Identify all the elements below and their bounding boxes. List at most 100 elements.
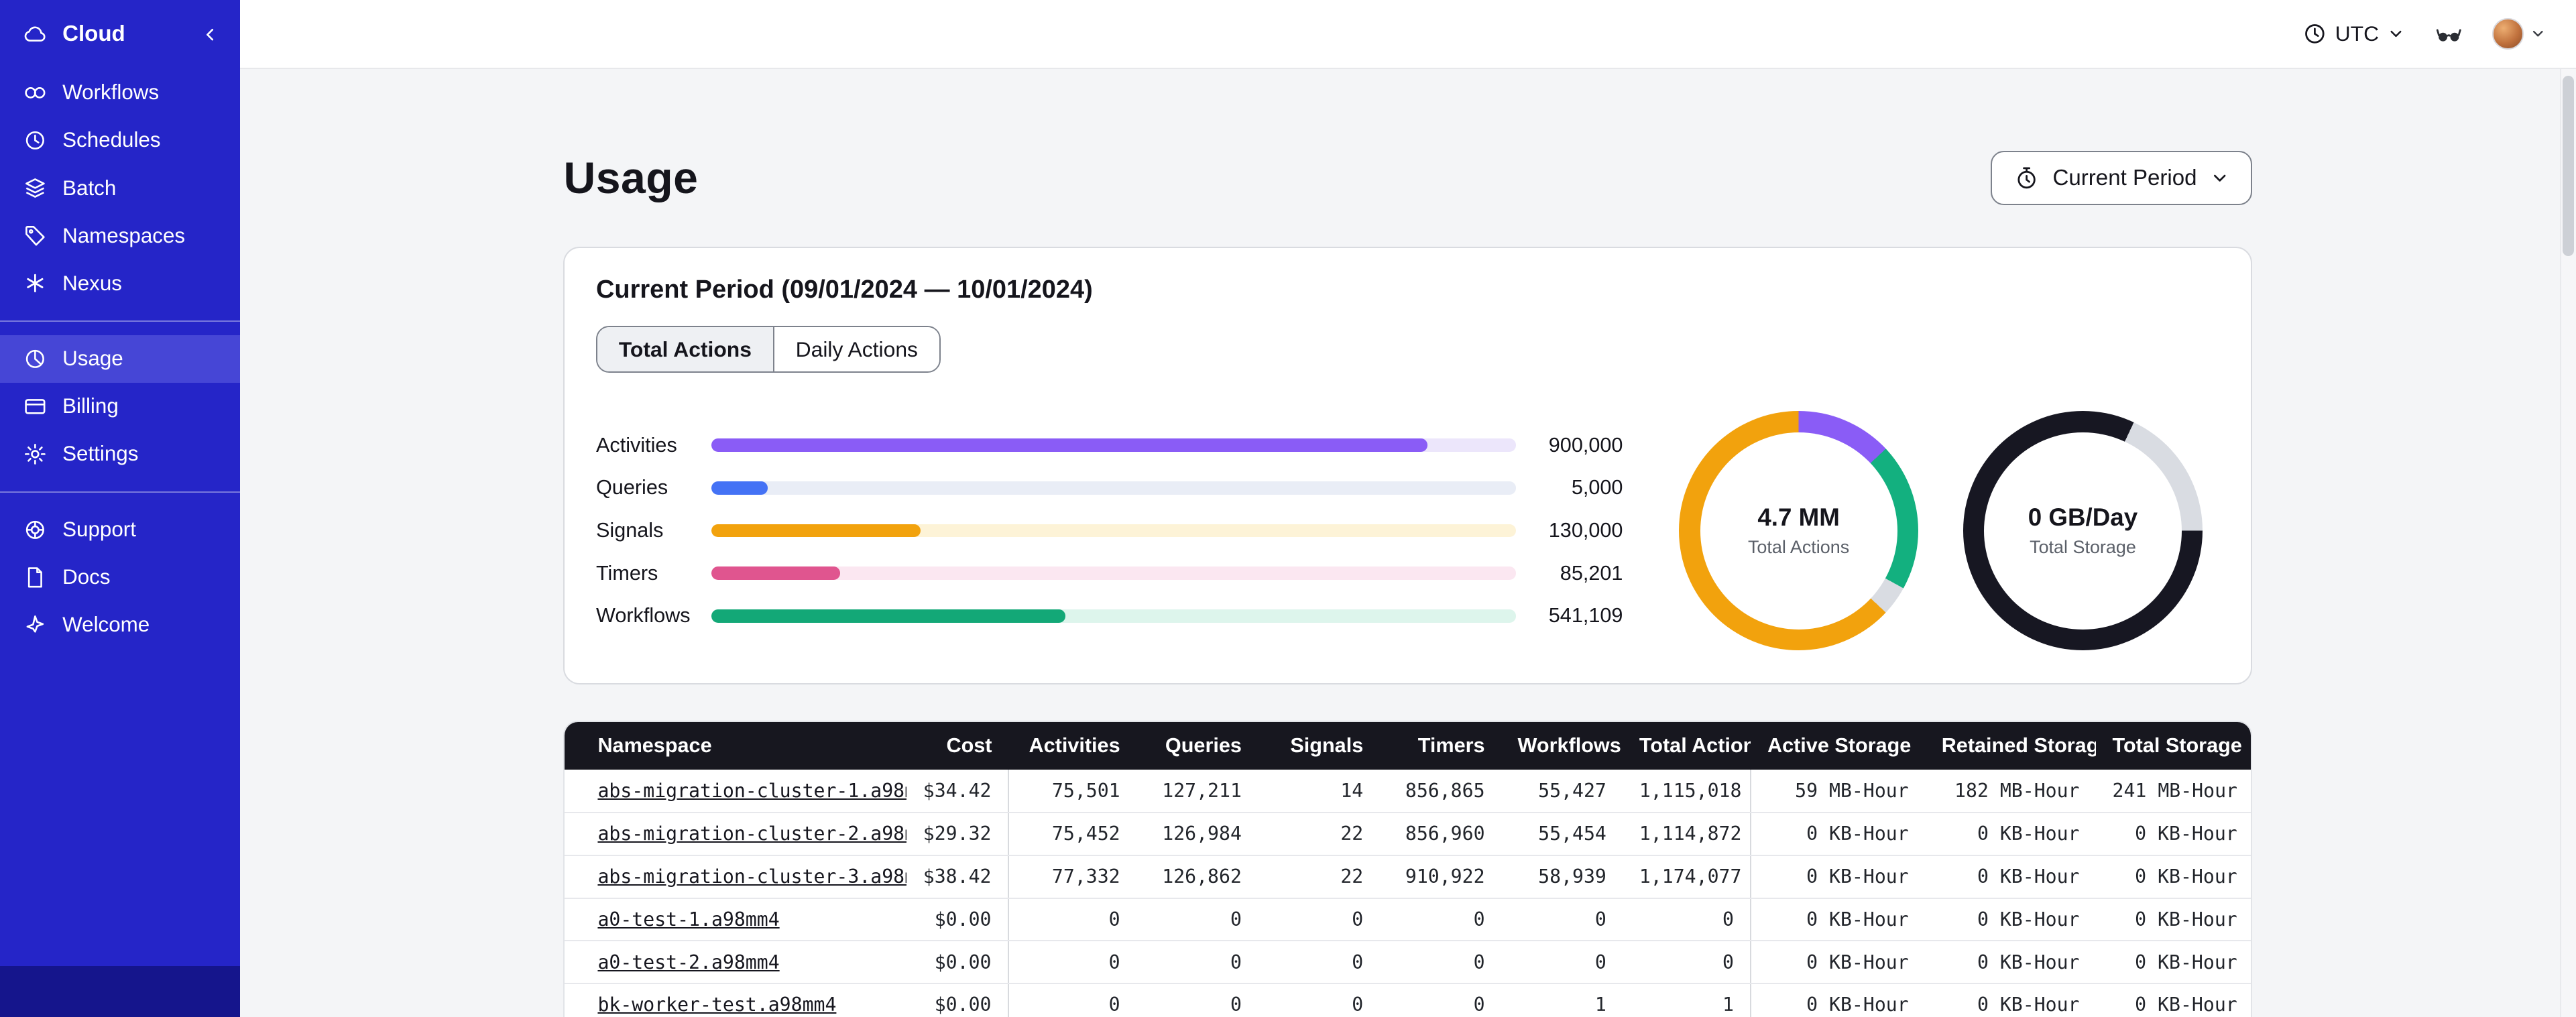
sidebar-collapse-button[interactable]	[197, 21, 223, 48]
sidebar-item-batch[interactable]: Batch	[0, 164, 240, 212]
sidebar-item-namespaces[interactable]: Namespaces	[0, 212, 240, 259]
donut-value: 0 GB/Day	[2028, 503, 2138, 532]
settings-icon	[23, 442, 48, 467]
value-cell: 0	[1379, 941, 1502, 984]
value-cell: 0	[1136, 898, 1258, 942]
sidebar-item-workflows[interactable]: Workflows	[0, 69, 240, 117]
sidebar-item-schedules[interactable]: Schedules	[0, 117, 240, 164]
value-cell: 0 KB-Hour	[2096, 898, 2251, 942]
scrollbar-thumb[interactable]	[2563, 75, 2575, 257]
value-cell: 55,454	[1501, 813, 1623, 856]
usage-table-body: abs-migration-cluster-1.a98mm4 $34.42 75,5…	[565, 770, 2251, 1017]
sidebar-item-label: Schedules	[62, 128, 161, 152]
table-row: a0-test-2.a98mm4 $0.00 0 0 0 0 0 0 0 KB-Hour 0 KB…	[565, 941, 2251, 984]
value-cell: 182 MB-Hour	[1925, 770, 2097, 814]
bar-row: Queries 5,000	[596, 467, 1623, 510]
schedules-icon	[23, 128, 48, 153]
bar-fill	[711, 566, 840, 581]
donuts: 4.7 MM Total Actions 0 GB/Day Total Stor…	[1678, 410, 2203, 651]
value-cell: 0	[1136, 941, 1258, 984]
sidebar-item-nexus[interactable]: Nexus	[0, 259, 240, 307]
sidebar-footer	[0, 965, 240, 1017]
value-cell: $38.42	[906, 855, 1009, 899]
value-cell: 0	[1501, 941, 1623, 984]
bar-label: Activities	[595, 433, 677, 457]
timezone-selector[interactable]: UTC	[2302, 21, 2406, 46]
column-header-activities: Activities	[1008, 722, 1137, 770]
namespace-cell: a0-test-1.a98mm4	[565, 898, 907, 942]
vertical-scrollbar[interactable]	[2559, 68, 2576, 1017]
value-cell: 22	[1258, 855, 1380, 899]
bar-row: Activities 900,000	[596, 424, 1623, 467]
usage-summary-card: Current Period (09/01/2024 — 10/01/2024)…	[563, 246, 2253, 685]
column-header-namespace: Namespace	[565, 722, 907, 770]
period-selector-button[interactable]: Current Period	[1990, 151, 2253, 206]
table-row: bk-worker-test.a98mm4 $0.00 0 0 0 0 1 1 0 KB-Hou…	[565, 983, 2251, 1017]
value-cell: 58,939	[1501, 855, 1623, 899]
column-header-workflows: Workflows	[1501, 722, 1623, 770]
account-menu[interactable]	[2492, 18, 2546, 50]
value-cell: 0	[1008, 941, 1137, 984]
value-cell: 0 KB-Hour	[1751, 941, 1926, 984]
labs-glasses-icon[interactable]	[2433, 20, 2465, 48]
value-cell: 1,174,077	[1623, 855, 1752, 899]
avatar	[2492, 18, 2524, 50]
sidebar-item-billing[interactable]: Billing	[0, 383, 240, 430]
donut-value: 4.7 MM	[1757, 503, 1840, 532]
value-cell: 0 KB-Hour	[2096, 813, 2251, 856]
bar-track	[711, 481, 1517, 495]
value-cell: 0	[1008, 898, 1137, 942]
value-cell: $0.00	[906, 941, 1009, 984]
table-row: abs-migration-cluster-1.a98mm4 $34.42 75,5…	[565, 770, 2251, 814]
chevron-down-icon	[2533, 31, 2544, 37]
sidebar-divider	[0, 320, 240, 322]
sidebar-item-label: Billing	[62, 394, 119, 418]
chevron-down-icon	[2390, 30, 2402, 38]
namespace-link[interactable]: a0-test-1.a98mm4	[597, 908, 779, 931]
value-cell: 14	[1258, 770, 1380, 814]
bar-row: Workflows 541,109	[596, 595, 1623, 638]
sidebar-item-settings[interactable]: Settings	[0, 430, 240, 478]
namespace-link[interactable]: abs-migration-cluster-2.a98mm4	[597, 823, 906, 845]
value-cell: 126,984	[1136, 813, 1258, 856]
sidebar-item-docs[interactable]: Docs	[0, 554, 240, 601]
sidebar-item-support[interactable]: Support	[0, 506, 240, 554]
namespaces-icon	[23, 223, 48, 248]
billing-icon	[23, 394, 48, 419]
value-cell: 126,862	[1136, 855, 1258, 899]
bar-value: 541,109	[1548, 604, 1623, 627]
actions-tab-group: Total Actions Daily Actions	[595, 326, 941, 373]
bar-fill	[711, 609, 1065, 623]
bar-label: Signals	[595, 519, 664, 542]
value-cell: 0 KB-Hour	[1751, 855, 1926, 899]
tab-daily-actions[interactable]: Daily Actions	[772, 327, 939, 372]
page-header: Usage Current Period	[563, 151, 2253, 206]
docs-icon	[23, 565, 48, 590]
sidebar-item-label: Nexus	[62, 271, 122, 295]
value-cell: 0 KB-Hour	[2096, 941, 2251, 984]
workflows-icon	[23, 80, 48, 105]
value-cell: $0.00	[906, 898, 1009, 942]
column-header-signals: Signals	[1258, 722, 1380, 770]
sidebar-item-welcome[interactable]: Welcome	[0, 601, 240, 649]
namespace-link[interactable]: abs-migration-cluster-3.a98mm4	[597, 865, 906, 888]
value-cell: 55,427	[1501, 770, 1623, 814]
charts-row: Activities 900,000 Queries 5,000 Signals…	[596, 410, 2220, 651]
usage-icon	[23, 347, 48, 371]
donut-center: 0 GB/Day Total Storage	[1984, 432, 2182, 630]
bar-label: Queries	[595, 476, 668, 499]
sidebar-item-usage[interactable]: Usage	[0, 335, 240, 383]
column-header-queries: Queries	[1136, 722, 1258, 770]
usage-bars: Activities 900,000 Queries 5,000 Signals…	[596, 424, 1623, 638]
usage-table-head-row: Namespace Cost Activities Queries Signals Tim…	[565, 722, 2251, 770]
period-selector-label: Current Period	[2052, 165, 2197, 190]
value-cell: 0 KB-Hour	[1925, 813, 2097, 856]
tab-total-actions[interactable]: Total Actions	[597, 327, 773, 372]
namespace-link[interactable]: a0-test-2.a98mm4	[597, 951, 779, 973]
column-header-cost: Cost	[906, 722, 1008, 770]
namespace-link[interactable]: abs-migration-cluster-1.a98mm4	[597, 780, 906, 802]
value-cell: 0	[1379, 983, 1502, 1017]
bar-row: Timers 85,201	[596, 552, 1623, 595]
namespace-link[interactable]: bk-worker-test.a98mm4	[597, 994, 836, 1016]
value-cell: 241 MB-Hour	[2096, 770, 2251, 814]
